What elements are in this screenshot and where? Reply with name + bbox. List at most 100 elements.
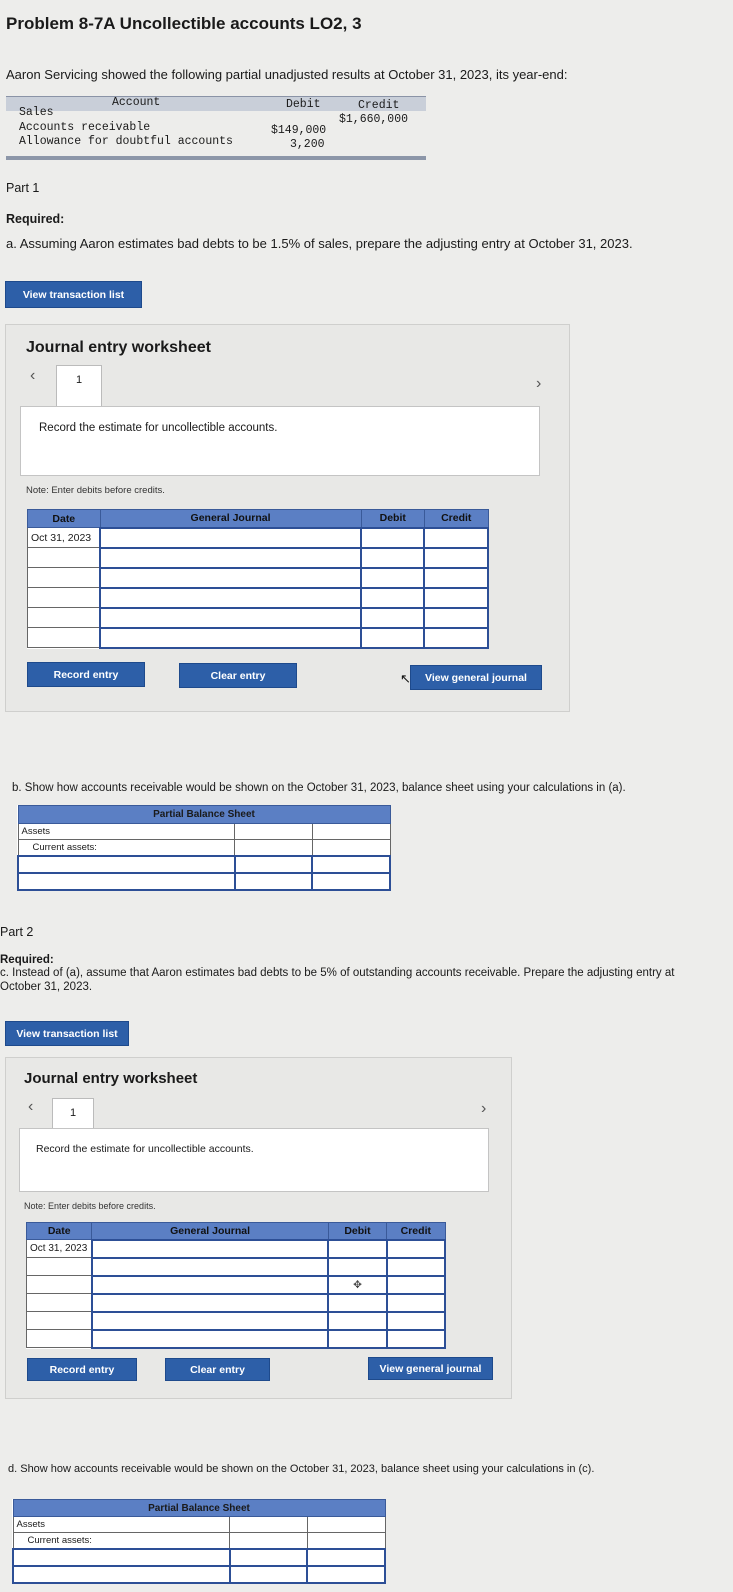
clear-entry-button[interactable]: Clear entry <box>165 1358 270 1381</box>
record-entry-button[interactable]: Record entry <box>27 1358 137 1381</box>
account-name: Sales <box>19 106 54 119</box>
date-cell[interactable] <box>25 1257 93 1276</box>
credit-input[interactable] <box>423 626 489 649</box>
credit-input[interactable] <box>385 1274 447 1295</box>
account-input[interactable] <box>90 1256 330 1277</box>
bs-amount-input[interactable] <box>233 854 314 874</box>
debit-value: 3,200 <box>290 138 325 151</box>
debit-input[interactable] <box>360 606 426 629</box>
date-cell[interactable]: Oct 31, 2023 <box>25 1239 93 1258</box>
question-b: b. Show how accounts receivable would be… <box>12 782 626 794</box>
credit-input[interactable] <box>385 1292 447 1313</box>
account-input[interactable] <box>99 606 363 629</box>
bs-total-input[interactable] <box>311 871 391 891</box>
bs-amount-input[interactable] <box>228 1564 309 1584</box>
account-input[interactable] <box>90 1292 330 1313</box>
debit-input[interactable] <box>327 1238 388 1259</box>
date-cell[interactable]: Oct 31, 2023 <box>27 527 101 548</box>
date-cell[interactable] <box>27 567 101 588</box>
assets-label: Assets <box>17 823 236 840</box>
view-transaction-list-button[interactable]: View transaction list <box>5 281 142 308</box>
chevron-left-icon[interactable]: ‹ <box>28 1098 33 1116</box>
debit-value: $149,000 <box>271 124 327 137</box>
debit-input[interactable] <box>360 566 426 589</box>
account-input[interactable] <box>99 526 363 549</box>
account-input[interactable] <box>99 586 363 609</box>
entry-tab-1[interactable]: 1 <box>52 1098 94 1128</box>
account-name: Accounts receivable <box>19 121 151 134</box>
date-cell[interactable] <box>25 1311 93 1330</box>
bs-account-input[interactable] <box>17 871 236 891</box>
bs-total-input[interactable] <box>306 1564 386 1584</box>
account-input[interactable] <box>90 1328 330 1349</box>
date-cell[interactable] <box>27 587 101 608</box>
required-label: Required: <box>6 212 65 226</box>
debit-input[interactable] <box>360 586 426 609</box>
col-header-debit: Debit <box>327 1222 388 1240</box>
view-transaction-list-button[interactable]: View transaction list <box>5 1021 129 1046</box>
view-general-journal-button[interactable]: View general journal <box>368 1357 493 1380</box>
bs-account-input[interactable] <box>17 854 236 874</box>
bs-total-input[interactable] <box>306 1547 386 1567</box>
date-cell[interactable] <box>27 627 101 648</box>
bs-amount-input[interactable] <box>233 871 314 891</box>
credit-value: $1,660,000 <box>339 113 409 126</box>
date-cell[interactable] <box>25 1293 93 1312</box>
chevron-right-icon[interactable]: › <box>481 1100 486 1118</box>
credit-input[interactable] <box>423 546 489 569</box>
col-header-credit: Credit <box>423 509 489 528</box>
credit-input[interactable] <box>385 1238 447 1259</box>
col-header-general-journal: General Journal <box>91 1222 329 1240</box>
current-assets-label: Current assets: <box>17 839 236 856</box>
credit-input[interactable] <box>423 566 489 589</box>
move-cursor-icon: ✥ <box>353 1278 362 1291</box>
credit-input[interactable] <box>423 586 489 609</box>
debit-input[interactable]: ✥ <box>327 1274 388 1295</box>
credit-input[interactable] <box>423 526 489 549</box>
account-input[interactable] <box>99 546 363 569</box>
account-input[interactable] <box>90 1238 330 1259</box>
credit-input[interactable] <box>385 1328 447 1349</box>
entry-note: Note: Enter debits before credits. <box>26 485 165 496</box>
credit-input[interactable] <box>423 606 489 629</box>
date-cell[interactable] <box>27 607 101 628</box>
chevron-left-icon[interactable]: ‹ <box>30 367 35 385</box>
bs-total-input[interactable] <box>311 854 391 874</box>
entry-description-box: Record the estimate for uncollectible ac… <box>20 406 540 476</box>
record-entry-button[interactable]: Record entry <box>27 662 145 687</box>
debit-input[interactable] <box>327 1256 388 1277</box>
col-header-credit: Credit <box>358 99 400 112</box>
credit-input[interactable] <box>385 1310 447 1331</box>
journal-table: Date General Journal Debit Credit Oct 31… <box>27 509 489 649</box>
credit-input[interactable] <box>385 1256 447 1277</box>
date-cell[interactable] <box>25 1329 93 1348</box>
bs-amount-input[interactable] <box>228 1547 309 1567</box>
partial-balance-sheet: Partial Balance Sheet Assets Current ass… <box>17 805 391 891</box>
date-cell[interactable] <box>27 547 101 568</box>
page-title: Problem 8-7A Uncollectible accounts LO2,… <box>6 14 362 33</box>
clear-entry-button[interactable]: Clear entry <box>179 663 297 688</box>
col-header-debit: Debit <box>286 98 321 111</box>
date-cell[interactable] <box>25 1275 93 1294</box>
col-header-debit: Debit <box>360 509 425 528</box>
required-c-text: c. Instead of (a), assume that Aaron est… <box>0 967 675 979</box>
account-input[interactable] <box>99 626 363 649</box>
debit-input[interactable] <box>327 1310 388 1331</box>
balance-sheet-title: Partial Balance Sheet <box>17 805 391 824</box>
chevron-right-icon[interactable]: › <box>536 375 541 393</box>
debit-input[interactable] <box>327 1292 388 1313</box>
debit-input[interactable] <box>360 546 426 569</box>
view-general-journal-button[interactable]: View general journal <box>410 665 542 690</box>
part1-label: Part 1 <box>6 181 40 195</box>
debit-input[interactable] <box>360 526 426 549</box>
debit-input[interactable] <box>327 1328 388 1349</box>
account-input[interactable] <box>99 566 363 589</box>
entry-tab-1[interactable]: 1 <box>56 365 102 407</box>
account-input[interactable] <box>90 1274 330 1295</box>
debit-input[interactable] <box>360 626 426 649</box>
required-c-text-continued: October 31, 2023. <box>0 981 93 993</box>
bs-account-input[interactable] <box>12 1547 231 1567</box>
account-input[interactable] <box>90 1310 330 1331</box>
bs-account-input[interactable] <box>12 1564 231 1584</box>
partial-balance-sheet: Partial Balance Sheet Assets Current ass… <box>12 1499 386 1584</box>
